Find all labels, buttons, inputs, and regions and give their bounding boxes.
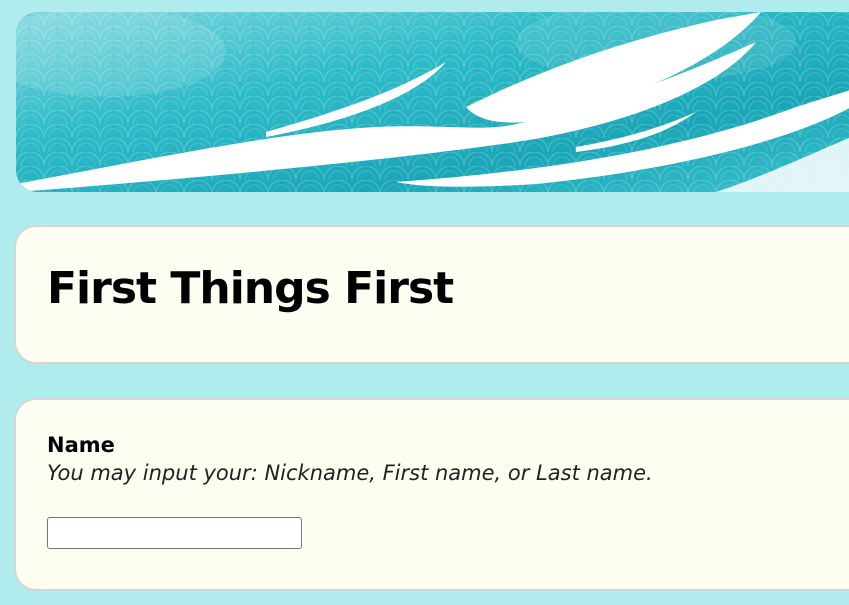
- question-label: Name: [47, 433, 115, 457]
- question-card-name: Name You may input your: Nickname, First…: [14, 398, 849, 591]
- header-banner-image: Adobe: [16, 12, 849, 192]
- wave-artwork: Adobe: [16, 12, 849, 192]
- question-description: You may input your: Nickname, First name…: [47, 461, 653, 485]
- name-input[interactable]: [47, 517, 302, 549]
- form-title: First Things First: [47, 263, 454, 314]
- form-title-card: First Things First: [14, 225, 849, 364]
